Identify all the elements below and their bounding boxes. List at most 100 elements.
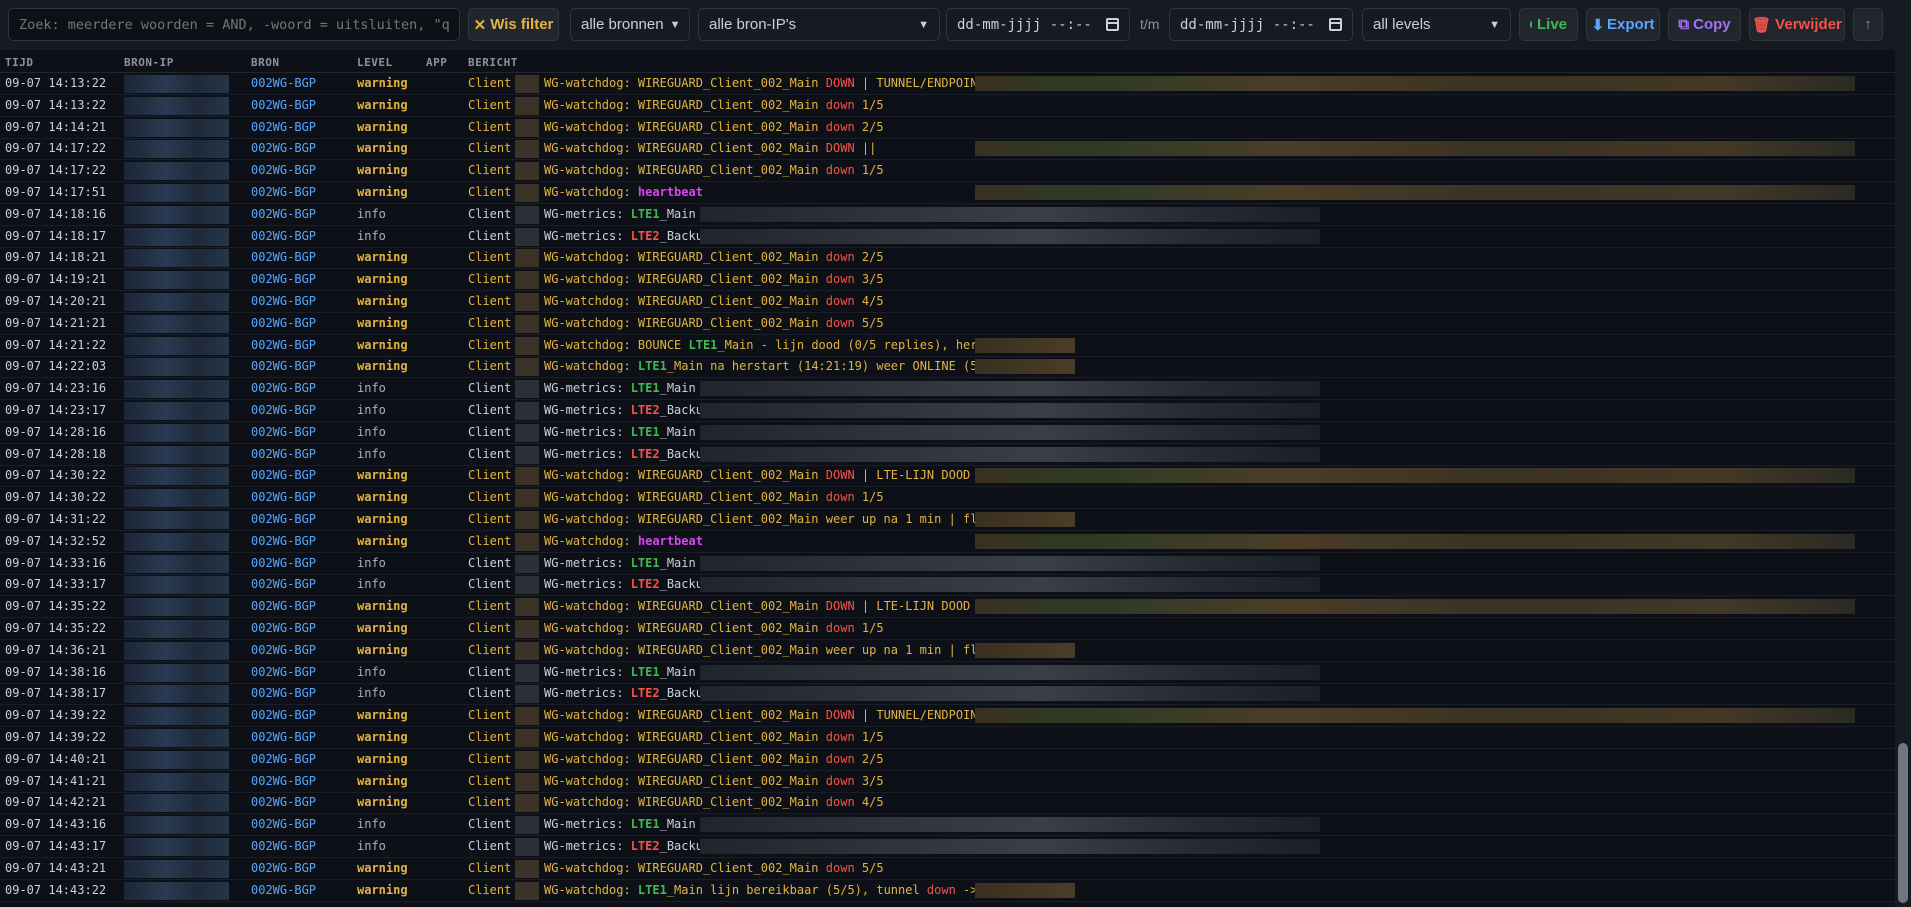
table-row[interactable]: 09-07 14:19:21 002WG-BGP warning Client WG-w…	[0, 269, 1895, 292]
row-source: 002WG-BGP	[251, 795, 317, 810]
table-row[interactable]: 09-07 14:31:22 002WG-BGP warning Client WG-w…	[0, 509, 1895, 531]
table-row[interactable]: 09-07 14:33:17 002WG-BGP info Client WG-metr…	[0, 574, 1895, 597]
row-app: Client	[468, 860, 512, 875]
date-to-input[interactable]: dd-mm-jjjj --:--	[1169, 8, 1353, 41]
column-header-level[interactable]: LEVEL	[357, 56, 393, 69]
table-row[interactable]: 09-07 14:23:16 002WG-BGP info Client WG-metr…	[0, 378, 1895, 401]
table-row[interactable]: 09-07 14:28:18 002WG-BGP info Client WG-metr…	[0, 444, 1895, 466]
table-row[interactable]: 09-07 14:28:16 002WG-BGP info Client WG-metr…	[0, 422, 1895, 444]
table-row[interactable]: 09-07 14:13:22 002WG-BGP warning Client WG-w…	[0, 73, 1895, 95]
row-message: WG-watchdog: WIREGUARD_Client_002_Main d…	[544, 730, 884, 744]
row-source: 002WG-BGP	[251, 533, 317, 548]
row-message-redacted	[700, 839, 1320, 854]
table-row[interactable]: 09-07 14:18:17 002WG-BGP info Client WG-metr…	[0, 226, 1895, 248]
column-header-app[interactable]: APP	[426, 56, 447, 69]
row-message-redacted	[975, 76, 1855, 91]
row-message: WG-watchdog: WIREGUARD_Client_002_Main d…	[544, 751, 884, 766]
table-row[interactable]: 09-07 14:43:16 002WG-BGP info Client WG-metr…	[0, 814, 1895, 837]
table-row[interactable]: 09-07 14:21:21 002WG-BGP warning Client WG-w…	[0, 313, 1895, 335]
column-header-source[interactable]: BRON	[251, 56, 280, 69]
table-row[interactable]: 09-07 14:43:21 002WG-BGP warning Client WG-w…	[0, 858, 1895, 880]
delete-button[interactable]: 🗑 Verwijder	[1749, 8, 1845, 41]
row-time: 09-07 14:38:16	[5, 664, 107, 679]
row-message: WG-watchdog: LTE1_Main na herstart (14:2…	[544, 359, 992, 374]
table-row[interactable]: 09-07 14:17:51 002WG-BGP warning Client WG-w…	[0, 182, 1895, 204]
row-message: WG-watchdog: WIREGUARD_Client_002_Main d…	[544, 860, 884, 875]
row-level: warning	[357, 599, 408, 614]
column-header-time[interactable]: TIJD	[5, 56, 34, 69]
table-row[interactable]: 09-07 14:23:17 002WG-BGP info Client WG-metr…	[0, 400, 1895, 422]
table-row[interactable]: 09-07 14:35:22 002WG-BGP warning Client WG-w…	[0, 618, 1895, 640]
table-row[interactable]: 09-07 14:30:22 002WG-BGP warning Client WG-w…	[0, 487, 1895, 510]
row-app: Client	[468, 751, 512, 766]
row-app-redacted	[515, 881, 539, 900]
table-row[interactable]: 09-07 14:43:22 002WG-BGP warning Client WG-w…	[0, 880, 1895, 902]
table-row[interactable]: 09-07 14:13:22 002WG-BGP warning Client WG-w…	[0, 95, 1895, 117]
table-row[interactable]: 09-07 14:30:22 002WG-BGP warning Client WG-w…	[0, 465, 1895, 488]
calendar-icon[interactable]	[1106, 18, 1119, 31]
table-row[interactable]: 09-07 14:14:21 002WG-BGP warning Client WG-w…	[0, 117, 1895, 139]
row-message: WG-metrics: LTE1_Main	[544, 664, 696, 679]
row-source-ip-redacted	[124, 663, 229, 682]
table-row[interactable]: 09-07 14:42:21 002WG-BGP warning Client WG-w…	[0, 792, 1895, 815]
table-row[interactable]: 09-07 14:40:21 002WG-BGP warning Client WG-w…	[0, 749, 1895, 771]
row-source: 002WG-BGP	[251, 228, 317, 243]
table-row[interactable]: 09-07 14:41:21 002WG-BGP warning Client WG-w…	[0, 771, 1895, 793]
source-ip-select[interactable]: alle bron-IP's ▼	[698, 8, 940, 41]
search-field[interactable]	[8, 8, 460, 41]
table-row[interactable]: 09-07 14:38:16 002WG-BGP info Client WG-metr…	[0, 662, 1895, 684]
row-message-redacted	[975, 468, 1855, 484]
table-row[interactable]: 09-07 14:22:03 002WG-BGP warning Client WG-w…	[0, 356, 1895, 379]
table-row[interactable]: 09-07 14:18:21 002WG-BGP warning Client WG-w…	[0, 247, 1895, 270]
table-row[interactable]: 09-07 14:39:22 002WG-BGP warning Client WG-w…	[0, 727, 1895, 749]
live-label: Live	[1536, 16, 1567, 33]
table-row[interactable]: 09-07 14:43:17 002WG-BGP info Client WG-metr…	[0, 836, 1895, 858]
table-row[interactable]: 09-07 14:20:21 002WG-BGP warning Client WG-w…	[0, 291, 1895, 313]
search-input[interactable]	[19, 16, 449, 33]
row-app: Client	[468, 773, 512, 788]
row-source: 002WG-BGP	[251, 490, 317, 505]
row-time: 09-07 14:28:16	[5, 424, 107, 439]
date-from-input[interactable]: dd-mm-jjjj --:--	[946, 8, 1130, 41]
copy-button[interactable]: ⧉ Copy	[1668, 8, 1741, 41]
row-level: warning	[357, 359, 408, 374]
row-message-redacted	[975, 359, 1075, 375]
table-row[interactable]: 09-07 14:39:22 002WG-BGP warning Client WG-w…	[0, 705, 1895, 728]
clear-filter-button[interactable]: ✕ Wis filter	[468, 8, 559, 41]
live-button[interactable]: Live	[1519, 8, 1578, 41]
column-header-message[interactable]: BERICHT	[468, 56, 518, 69]
row-level: warning	[357, 76, 408, 90]
level-select[interactable]: all levels ▼	[1362, 8, 1511, 41]
export-button[interactable]: ⬇ Export	[1586, 8, 1660, 41]
row-app: Client	[468, 839, 512, 853]
table-row[interactable]: 09-07 14:35:22 002WG-BGP warning Client WG-w…	[0, 596, 1895, 619]
row-app: Client	[468, 446, 512, 461]
table-row[interactable]: 09-07 14:38:17 002WG-BGP info Client WG-metr…	[0, 683, 1895, 706]
row-source-ip-redacted	[124, 489, 229, 508]
row-time: 09-07 14:19:21	[5, 272, 107, 287]
scrollbar[interactable]	[1895, 50, 1911, 907]
row-app-redacted	[515, 772, 539, 791]
row-level: info	[357, 686, 386, 701]
row-message: WG-metrics: LTE2_Backup	[544, 577, 711, 592]
table-row[interactable]: 09-07 14:21:22 002WG-BGP warning Client WG-w…	[0, 335, 1895, 357]
column-header-source-ip[interactable]: BRON-IP	[124, 56, 174, 69]
row-app: Client	[468, 512, 512, 526]
source-select[interactable]: alle bronnen ▼	[570, 8, 690, 41]
row-app: Client	[468, 76, 512, 90]
table-row[interactable]: 09-07 14:17:22 002WG-BGP warning Client WG-w…	[0, 160, 1895, 183]
row-message-redacted	[700, 228, 1320, 244]
table-row[interactable]: 09-07 14:18:16 002WG-BGP info Client WG-metr…	[0, 204, 1895, 226]
row-source-ip-redacted	[124, 423, 229, 442]
row-time: 09-07 14:31:22	[5, 512, 107, 526]
table-row[interactable]: 09-07 14:33:16 002WG-BGP info Client WG-metr…	[0, 553, 1895, 575]
table-row[interactable]: 09-07 14:17:22 002WG-BGP warning Client WG-w…	[0, 138, 1895, 161]
table-row[interactable]: 09-07 14:32:52 002WG-BGP warning Client WG-w…	[0, 531, 1895, 553]
date-to-value: dd-mm-jjjj --:--	[1180, 16, 1315, 33]
table-row[interactable]: 09-07 14:36:21 002WG-BGP warning Client WG-w…	[0, 640, 1895, 662]
scrollbar-thumb[interactable]	[1898, 743, 1908, 903]
calendar-icon[interactable]	[1329, 18, 1342, 31]
row-time: 09-07 14:17:22	[5, 163, 107, 178]
row-source: 002WG-BGP	[251, 315, 317, 330]
scroll-top-button[interactable]: ↑	[1853, 8, 1883, 41]
